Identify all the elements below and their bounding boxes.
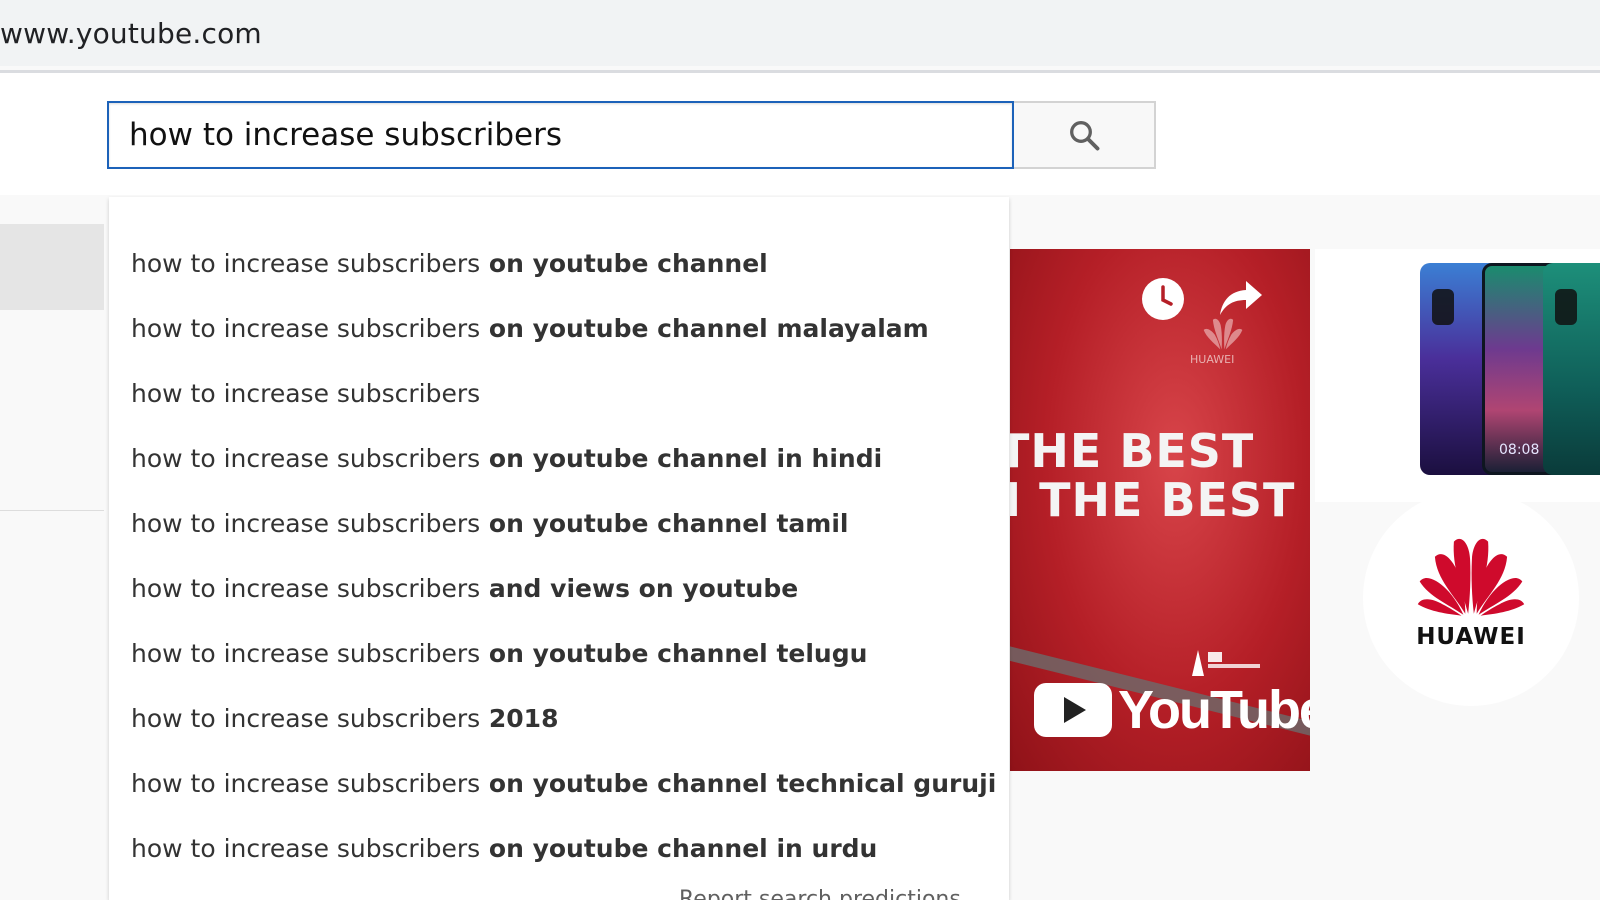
festival-logo-icon	[1192, 650, 1260, 676]
url-text[interactable]: www.youtube.com	[0, 17, 262, 50]
suggestion-item[interactable]: how to increase subscribers on youtube c…	[131, 827, 1001, 871]
youtube-wordmark: YouTube	[1118, 680, 1310, 740]
youtube-play-icon	[1034, 683, 1112, 737]
guide-item-selected[interactable]	[0, 224, 104, 310]
search-input[interactable]	[129, 103, 989, 167]
search-icon	[1070, 121, 1100, 151]
camera-icon	[1555, 289, 1577, 325]
ad-headline-2: I THE BEST	[1010, 473, 1296, 527]
report-predictions-link[interactable]: Report search predictions	[679, 887, 961, 900]
ad-headline-1: THE BEST	[1010, 424, 1255, 478]
guide-divider	[0, 510, 104, 511]
suggestion-item[interactable]: how to increase subscribers on youtube c…	[131, 437, 1001, 481]
suggestion-item[interactable]: how to increase subscribers on youtube c…	[131, 307, 1001, 351]
search-button[interactable]	[1014, 101, 1156, 169]
ad-brand-small: HUAWEI	[1190, 353, 1235, 366]
suggestion-item[interactable]: how to increase subscribers and views on…	[131, 567, 1001, 611]
huawei-brand-badge[interactable]: HUAWEI	[1363, 490, 1579, 706]
youtube-page: www.youtube.com HUAWEI TH	[0, 0, 1600, 900]
suggestion-item[interactable]: how to increase subscribers on youtube c…	[131, 242, 1001, 286]
phone-clock-text: 08:08	[1499, 442, 1540, 458]
suggestion-item[interactable]: how to increase subscribers on youtube c…	[131, 502, 1001, 546]
huawei-wordmark: HUAWEI	[1416, 624, 1526, 650]
promo-phones-image[interactable]: 08:08	[1315, 249, 1600, 502]
phone-image	[1543, 263, 1600, 475]
suggestion-item[interactable]: how to increase subscribers	[131, 372, 1001, 416]
ad-banner[interactable]: HUAWEI THE BEST I THE BEST YouTube	[1010, 249, 1310, 771]
huawei-logo-icon	[1417, 538, 1525, 616]
youtube-logo: YouTube	[1034, 679, 1310, 741]
search-suggestions-dropdown: how to increase subscribers on youtube c…	[109, 197, 1009, 900]
suggestion-item[interactable]: how to increase subscribers 2018	[131, 697, 1001, 741]
suggestion-item[interactable]: how to increase subscribers on youtube c…	[131, 632, 1001, 676]
suggestion-item[interactable]: how to increase subscribers on youtube c…	[131, 762, 1001, 806]
search-box[interactable]	[107, 101, 1014, 169]
watch-later-icon[interactable]	[1141, 277, 1185, 321]
browser-address-bar[interactable]: www.youtube.com	[0, 0, 1600, 66]
huawei-logo-icon	[1203, 318, 1243, 350]
camera-icon	[1432, 289, 1454, 325]
